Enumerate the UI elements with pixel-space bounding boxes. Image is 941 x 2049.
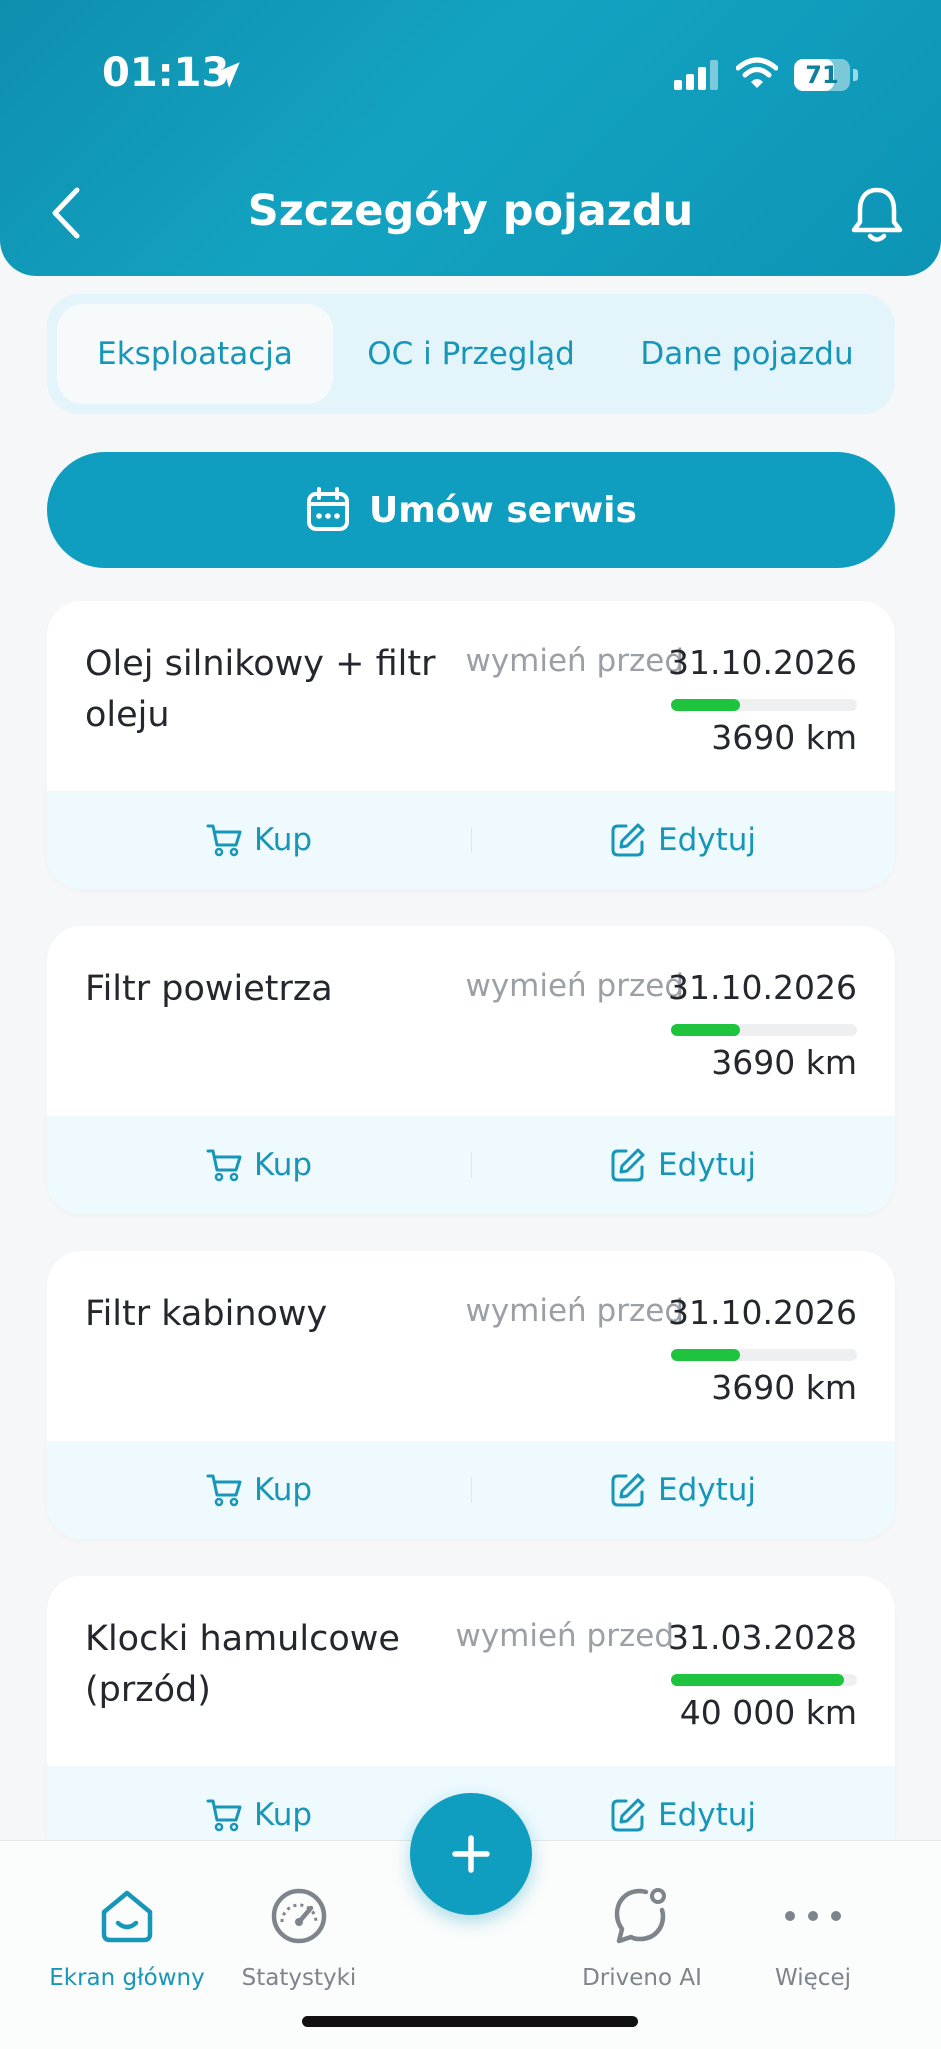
nav-item-statistics[interactable]: Statystyki [214, 1881, 384, 1991]
card-actions: Kup Edytuj [47, 791, 895, 889]
header: 01:13 71 Szczegóły pojazdu [0, 0, 941, 276]
due-date: 31.03.2028 [668, 1618, 857, 1657]
due-label: wymień przed [465, 1293, 684, 1329]
tab-eksploatacja[interactable]: Eksploatacja [57, 304, 333, 404]
edit-button[interactable]: Edytuj [471, 1116, 895, 1214]
service-progress-bar [671, 1349, 857, 1361]
service-progress-bar [671, 1024, 857, 1036]
edit-label: Edytuj [657, 1797, 757, 1833]
book-service-label: Umów serwis [369, 489, 637, 531]
service-card: Olej silnikowy + filtr oleju wymień prze… [47, 601, 895, 889]
service-item-name: Olej silnikowy + filtr oleju [85, 644, 436, 735]
calendar-icon [307, 487, 350, 531]
card-actions: Kup Edytuj [47, 1441, 895, 1539]
due-label: wymień przed [465, 643, 684, 679]
add-button[interactable] [410, 1793, 532, 1915]
bell-icon [851, 187, 903, 242]
tab-dane-pojazdu[interactable]: Dane pojazdu [609, 304, 885, 404]
buy-label: Kup [253, 1147, 313, 1183]
edit-icon [611, 823, 645, 857]
edit-icon [611, 1798, 645, 1832]
location-arrow-icon [214, 62, 240, 88]
notifications-button[interactable] [846, 184, 908, 246]
nav-label: Ekran główny [49, 1965, 205, 1991]
home-icon [101, 1890, 153, 1943]
card-actions: Kup Edytuj [47, 1116, 895, 1214]
remaining-km: 40 000 km [679, 1693, 857, 1732]
due-date: 31.10.2026 [668, 643, 857, 682]
service-card: Filtr powietrza wymień przed 31.10.2026 … [47, 926, 895, 1214]
chat-bubble-icon [614, 1888, 666, 1944]
wifi-icon [736, 57, 778, 88]
edit-label: Edytuj [657, 1472, 757, 1508]
remaining-km: 3690 km [711, 718, 857, 757]
service-progress-bar [671, 1674, 857, 1686]
cart-icon [206, 824, 242, 857]
service-progress-bar [671, 699, 857, 711]
cellular-signal-icon [674, 60, 718, 90]
edit-label: Edytuj [657, 822, 757, 858]
service-item-name: Filtr kabinowy [85, 1294, 328, 1334]
buy-button[interactable]: Kup [47, 1116, 471, 1214]
gauge-icon [271, 1888, 327, 1944]
cart-icon [206, 1474, 242, 1507]
battery-level: 71 [805, 61, 839, 89]
service-item-name: Filtr powietrza [85, 969, 333, 1009]
plus-icon [452, 1835, 490, 1873]
battery-indicator: 71 [794, 59, 858, 91]
edit-button[interactable]: Edytuj [471, 791, 895, 889]
remaining-km: 3690 km [711, 1368, 857, 1407]
due-date: 31.10.2026 [668, 1293, 857, 1332]
nav-label: Driveno AI [582, 1965, 702, 1991]
book-service-button[interactable]: Umów serwis [47, 452, 895, 568]
nav-item-more[interactable]: Więcej [728, 1881, 898, 1991]
edit-label: Edytuj [657, 1147, 757, 1183]
more-dots-icon [785, 1911, 841, 1921]
service-card: Filtr kabinowy wymień przed 31.10.2026 3… [47, 1251, 895, 1539]
buy-label: Kup [253, 1472, 313, 1508]
nav-item-home[interactable]: Ekran główny [42, 1881, 212, 1991]
edit-icon [611, 1148, 645, 1182]
page-title: Szczegóły pojazdu [247, 186, 694, 236]
due-label: wymień przed [465, 968, 684, 1004]
cart-icon [206, 1799, 242, 1832]
buy-label: Kup [253, 1797, 313, 1833]
nav-label: Więcej [775, 1965, 851, 1991]
due-date: 31.10.2026 [668, 968, 857, 1007]
edit-icon [611, 1473, 645, 1507]
buy-button[interactable]: Kup [47, 1441, 471, 1539]
due-label: wymień przed [455, 1618, 674, 1654]
cart-icon [206, 1149, 242, 1182]
tab-oc-i-przeglad[interactable]: OC i Przegląd [333, 304, 609, 404]
remaining-km: 3690 km [711, 1043, 857, 1082]
nav-item-driveno-ai[interactable]: Driveno AI [557, 1881, 727, 1991]
nav-label: Statystyki [241, 1965, 357, 1991]
buy-label: Kup [253, 822, 313, 858]
edit-button[interactable]: Edytuj [471, 1441, 895, 1539]
home-indicator [302, 2016, 638, 2027]
service-item-name: Klocki hamulcowe (przód) [85, 1619, 400, 1710]
tab-bar: Eksploatacja OC i Przegląd Dane pojazdu [47, 294, 895, 414]
buy-button[interactable]: Kup [47, 791, 471, 889]
